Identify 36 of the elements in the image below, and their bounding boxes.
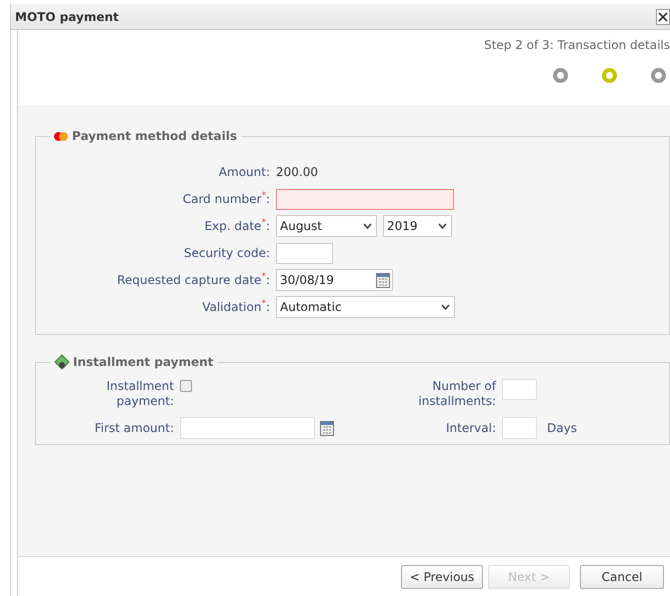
installments-field[interactable] — [502, 379, 537, 400]
field-label: Security code: — [182, 245, 270, 262]
dropdown[interactable]: 2019 — [383, 215, 452, 237]
step-label: Step 2 of 3: Transaction details — [484, 37, 670, 54]
field-label: First amount: — [94, 420, 174, 436]
amount-value: 200.00 — [276, 164, 318, 181]
caret-icon — [438, 223, 447, 229]
unit-label: Days — [547, 420, 577, 437]
banknote-icon — [54, 354, 70, 370]
calendar-icon[interactable] — [376, 272, 390, 288]
interval-field[interactable] — [502, 417, 537, 439]
dropdown[interactable]: Automatic — [276, 296, 455, 318]
dropdown[interactable]: August — [276, 215, 377, 237]
field-label: Card number*: — [182, 190, 270, 208]
field-label: Interval: — [445, 420, 496, 436]
field-label: Installment payment: — [105, 379, 174, 409]
card-icon — [54, 132, 68, 140]
security-code-field[interactable] — [276, 242, 333, 264]
caret-icon — [441, 304, 450, 310]
caret-icon — [363, 223, 372, 229]
footer-button[interactable]: Cancel — [580, 564, 664, 588]
section-legend: Payment method details — [72, 127, 237, 145]
card-number-field[interactable] — [276, 188, 454, 210]
footer-button[interactable]: < Previous — [401, 564, 483, 588]
date-field[interactable]: 30/08/19 — [276, 269, 393, 291]
field-label: Requested capture date*: — [116, 271, 270, 289]
checkbox[interactable] — [180, 380, 192, 392]
first-amount-field[interactable] — [180, 417, 315, 439]
close-icon[interactable] — [656, 8, 670, 24]
field-label: Exp. date*: — [203, 217, 270, 235]
window-title: MOTO payment — [15, 8, 119, 26]
field-label: Amount: — [218, 164, 270, 181]
calculator-icon[interactable] — [320, 420, 334, 436]
section-legend: Installment payment — [73, 353, 214, 371]
field-label: Validation*: — [201, 298, 270, 316]
field-label: Number of installments: — [417, 379, 496, 409]
